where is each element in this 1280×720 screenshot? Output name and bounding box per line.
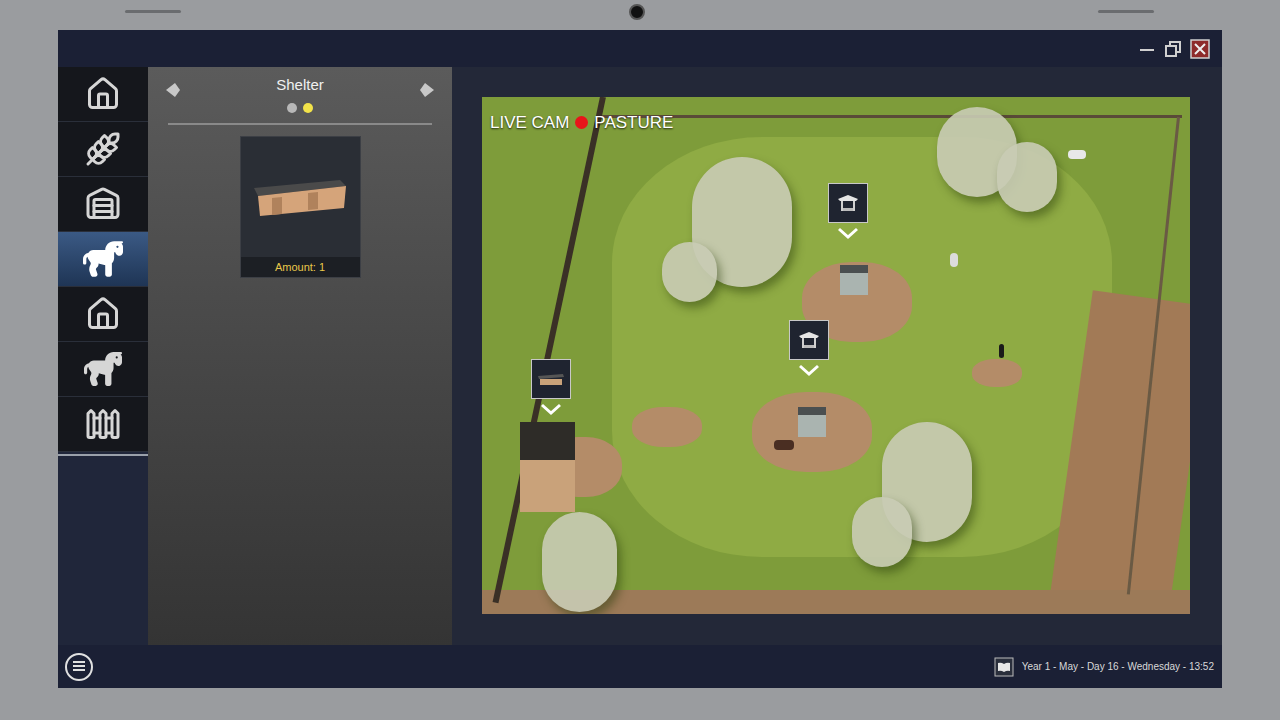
sidebar-item[interactable] xyxy=(58,287,148,342)
bezel-slot xyxy=(1098,10,1154,13)
next-arrow-icon[interactable] xyxy=(418,81,436,99)
screen: Shelter Amount: 1 LIVE CAM PASTURE Year 1 - … xyxy=(58,30,1222,688)
item-image xyxy=(241,137,360,257)
tree xyxy=(852,497,912,567)
tree xyxy=(542,512,617,612)
sidebar-item[interactable] xyxy=(58,122,148,177)
sidebar-divider xyxy=(58,454,148,456)
long-shelter-icon xyxy=(537,371,565,387)
panel-title: Shelter xyxy=(276,76,324,94)
page-dot[interactable] xyxy=(303,103,313,113)
bezel-slot xyxy=(125,10,181,13)
sidebar xyxy=(58,67,148,645)
book-icon[interactable] xyxy=(994,657,1014,677)
prev-arrow-icon[interactable] xyxy=(164,81,182,99)
header-line xyxy=(168,123,432,125)
page-dots xyxy=(287,103,313,113)
wheat-icon xyxy=(85,131,121,167)
small-shelter-icon xyxy=(797,330,821,350)
fence-icon xyxy=(85,406,121,442)
horse-icon xyxy=(83,239,123,279)
horse xyxy=(999,344,1004,358)
dirt-patch xyxy=(972,359,1022,387)
long-shelter xyxy=(520,422,575,512)
item-list: Amount: 1 xyxy=(148,125,452,278)
chevron-down-icon xyxy=(539,402,563,416)
sidebar-item[interactable] xyxy=(58,342,148,397)
horse xyxy=(950,253,958,267)
sidebar-item[interactable] xyxy=(58,177,148,232)
minimize-icon[interactable] xyxy=(1138,40,1156,58)
tree xyxy=(997,142,1057,212)
stable-icon xyxy=(85,186,121,222)
dirt-patch xyxy=(632,407,702,447)
camera-area: LIVE CAM PASTURE xyxy=(452,67,1222,645)
laptop: Shelter Amount: 1 LIVE CAM PASTURE Year 1 - … xyxy=(0,0,1280,720)
small-shelter-icon xyxy=(836,193,860,213)
maximize-icon[interactable] xyxy=(1164,40,1182,58)
sidebar-item[interactable] xyxy=(58,397,148,452)
home-icon xyxy=(85,76,121,112)
item-panel: Shelter Amount: 1 xyxy=(148,67,452,645)
horse xyxy=(1068,150,1086,159)
pasture-cam: LIVE CAM PASTURE xyxy=(482,97,1190,614)
chevron-down-icon xyxy=(797,363,821,377)
long-shelter-icon xyxy=(252,172,348,222)
house-icon xyxy=(85,296,121,332)
page-dot[interactable] xyxy=(287,103,297,113)
sidebar-item[interactable] xyxy=(58,232,148,287)
recording-dot xyxy=(575,116,588,129)
map-marker[interactable] xyxy=(789,320,829,377)
panel-header: Shelter xyxy=(148,67,452,113)
menu-icon[interactable] xyxy=(64,652,94,682)
cam-label: LIVE CAM PASTURE xyxy=(490,110,673,136)
item-card[interactable]: Amount: 1 xyxy=(240,136,361,278)
title-bar xyxy=(58,30,1222,67)
chevron-down-icon xyxy=(836,226,860,240)
small-shelter xyxy=(798,407,826,437)
webcam xyxy=(629,4,645,20)
location-text: PASTURE xyxy=(594,110,673,136)
main-area: Shelter Amount: 1 LIVE CAM PASTURE xyxy=(58,67,1222,645)
item-amount: Amount: 1 xyxy=(241,257,360,277)
map-marker[interactable] xyxy=(828,183,868,240)
small-shelter xyxy=(840,265,868,295)
tree xyxy=(662,242,717,302)
date-time: Year 1 - May - Day 16 - Wednesday - 13:5… xyxy=(1022,659,1214,674)
close-icon[interactable] xyxy=(1190,39,1210,59)
fence xyxy=(602,115,1182,118)
horse xyxy=(774,440,794,450)
sidebar-item[interactable] xyxy=(58,67,148,122)
rider-icon xyxy=(84,350,122,388)
live-cam-text: LIVE CAM xyxy=(490,110,569,136)
map-marker[interactable] xyxy=(531,359,571,416)
status-bar: Year 1 - May - Day 16 - Wednesday - 13:5… xyxy=(58,645,1222,688)
